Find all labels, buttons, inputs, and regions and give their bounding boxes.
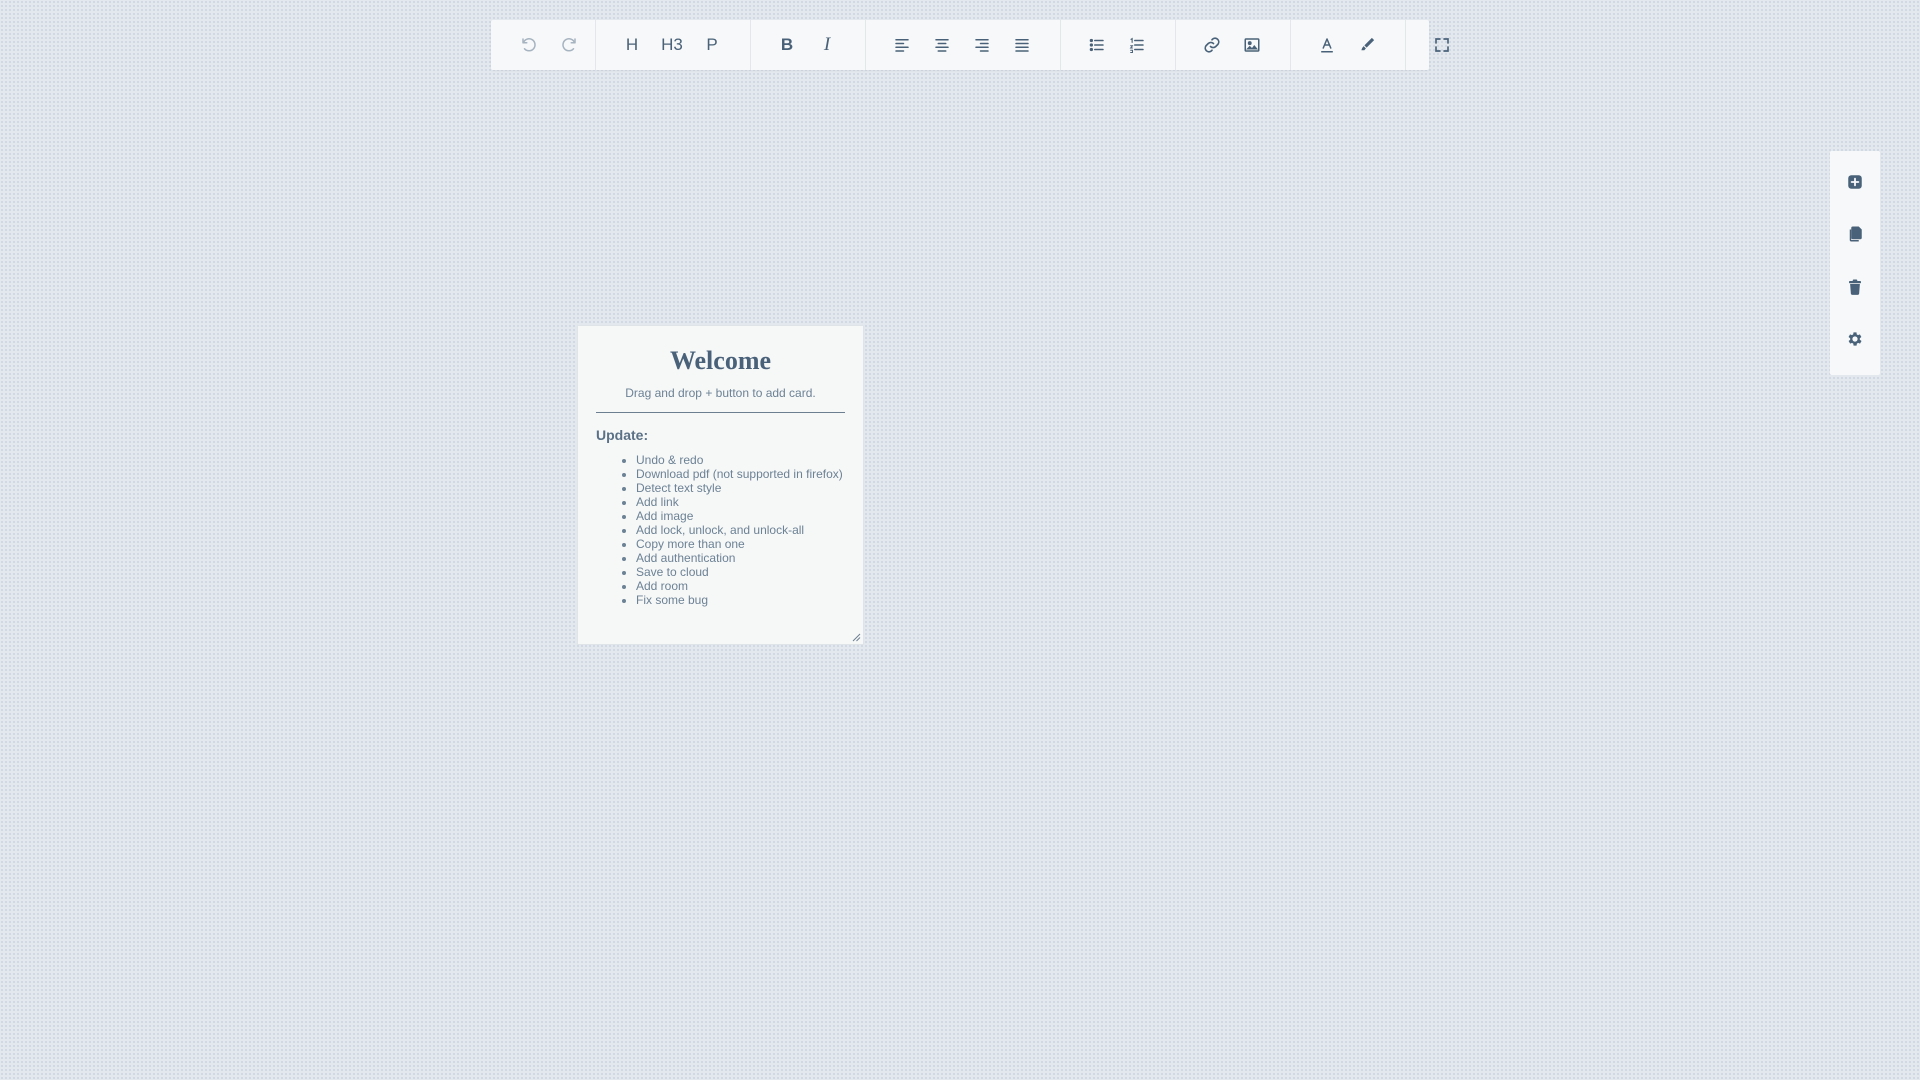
image-button[interactable] <box>1236 29 1268 61</box>
list-item: Fix some bug <box>636 593 845 607</box>
list-group <box>1061 20 1176 70</box>
list-item: Add image <box>636 509 845 523</box>
inline-style-group: B I <box>751 20 866 70</box>
card-divider <box>596 412 845 413</box>
undo-button[interactable] <box>513 29 545 61</box>
copy-card-button[interactable] <box>1837 218 1873 252</box>
undo-icon <box>522 38 536 52</box>
bold-label: B <box>780 35 794 54</box>
h3-label: H3 <box>661 35 683 54</box>
view-group <box>1406 20 1458 70</box>
align-center-button[interactable] <box>926 29 958 61</box>
fullscreen-button[interactable] <box>1426 29 1458 61</box>
card-actions-panel <box>1830 151 1880 375</box>
align-right-icon <box>975 39 989 52</box>
list-item: Copy more than one <box>636 537 845 551</box>
text-color-button[interactable] <box>1311 29 1343 61</box>
update-heading: Update: <box>596 427 649 443</box>
block-style-group: H H3 P <box>596 20 751 70</box>
update-list: Undo & redo Download pdf (not supported … <box>596 453 845 607</box>
heading-label: H <box>625 35 639 54</box>
link-icon <box>1204 37 1220 53</box>
redo-icon <box>562 38 576 52</box>
link-button[interactable] <box>1196 29 1228 61</box>
paragraph-button[interactable]: P <box>696 29 728 61</box>
list-item: Add lock, unlock, and unlock-all <box>636 523 845 537</box>
italic-button[interactable]: I <box>811 29 843 61</box>
highlight-icon <box>1361 37 1375 51</box>
fullscreen-icon <box>1435 38 1449 52</box>
color-group <box>1291 20 1406 70</box>
bold-button[interactable]: B <box>771 29 803 61</box>
align-left-icon <box>895 39 909 52</box>
align-justify-button[interactable] <box>1006 29 1038 61</box>
list-item: Add room <box>636 579 845 593</box>
resize-handle-icon[interactable] <box>851 632 861 642</box>
numbered-list-icon <box>1129 37 1144 53</box>
bullet-list-button[interactable] <box>1081 29 1113 61</box>
settings-button[interactable] <box>1837 323 1873 357</box>
heading-button[interactable]: H <box>616 29 648 61</box>
alignment-group <box>866 20 1061 70</box>
history-group <box>513 20 596 70</box>
list-item: Save to cloud <box>636 565 845 579</box>
italic-label: I <box>823 34 831 55</box>
add-card-button[interactable] <box>1837 165 1873 199</box>
delete-card-button[interactable] <box>1837 270 1873 304</box>
trash-icon <box>1849 279 1861 295</box>
list-item: Add link <box>636 495 845 509</box>
align-left-button[interactable] <box>886 29 918 61</box>
gear-icon <box>1848 332 1862 346</box>
text-color-icon <box>1321 38 1333 53</box>
list-item: Add authentication <box>636 551 845 565</box>
insert-group <box>1176 20 1291 70</box>
numbered-list-button[interactable] <box>1121 29 1153 61</box>
bullet-list-icon <box>1089 38 1104 52</box>
copy-icon <box>1849 226 1862 242</box>
redo-button[interactable] <box>553 29 585 61</box>
welcome-card[interactable]: Welcome Drag and drop + button to add ca… <box>577 325 864 645</box>
editor-toolbar: H H3 P B I <box>491 20 1449 70</box>
list-item: Download pdf (not supported in firefox) <box>636 467 845 481</box>
image-icon <box>1244 38 1260 52</box>
h3-button[interactable]: H3 <box>656 29 688 61</box>
align-center-icon <box>935 39 949 52</box>
align-right-button[interactable] <box>966 29 998 61</box>
card-title: Welcome <box>669 346 772 375</box>
plus-icon <box>1848 175 1862 189</box>
list-item: Detect text style <box>636 481 845 495</box>
align-justify-icon <box>1015 39 1029 52</box>
card-subtitle: Drag and drop + button to add card. <box>625 386 816 400</box>
list-item: Undo & redo <box>636 453 845 467</box>
highlight-button[interactable] <box>1351 29 1383 61</box>
paragraph-label: P <box>706 35 718 54</box>
